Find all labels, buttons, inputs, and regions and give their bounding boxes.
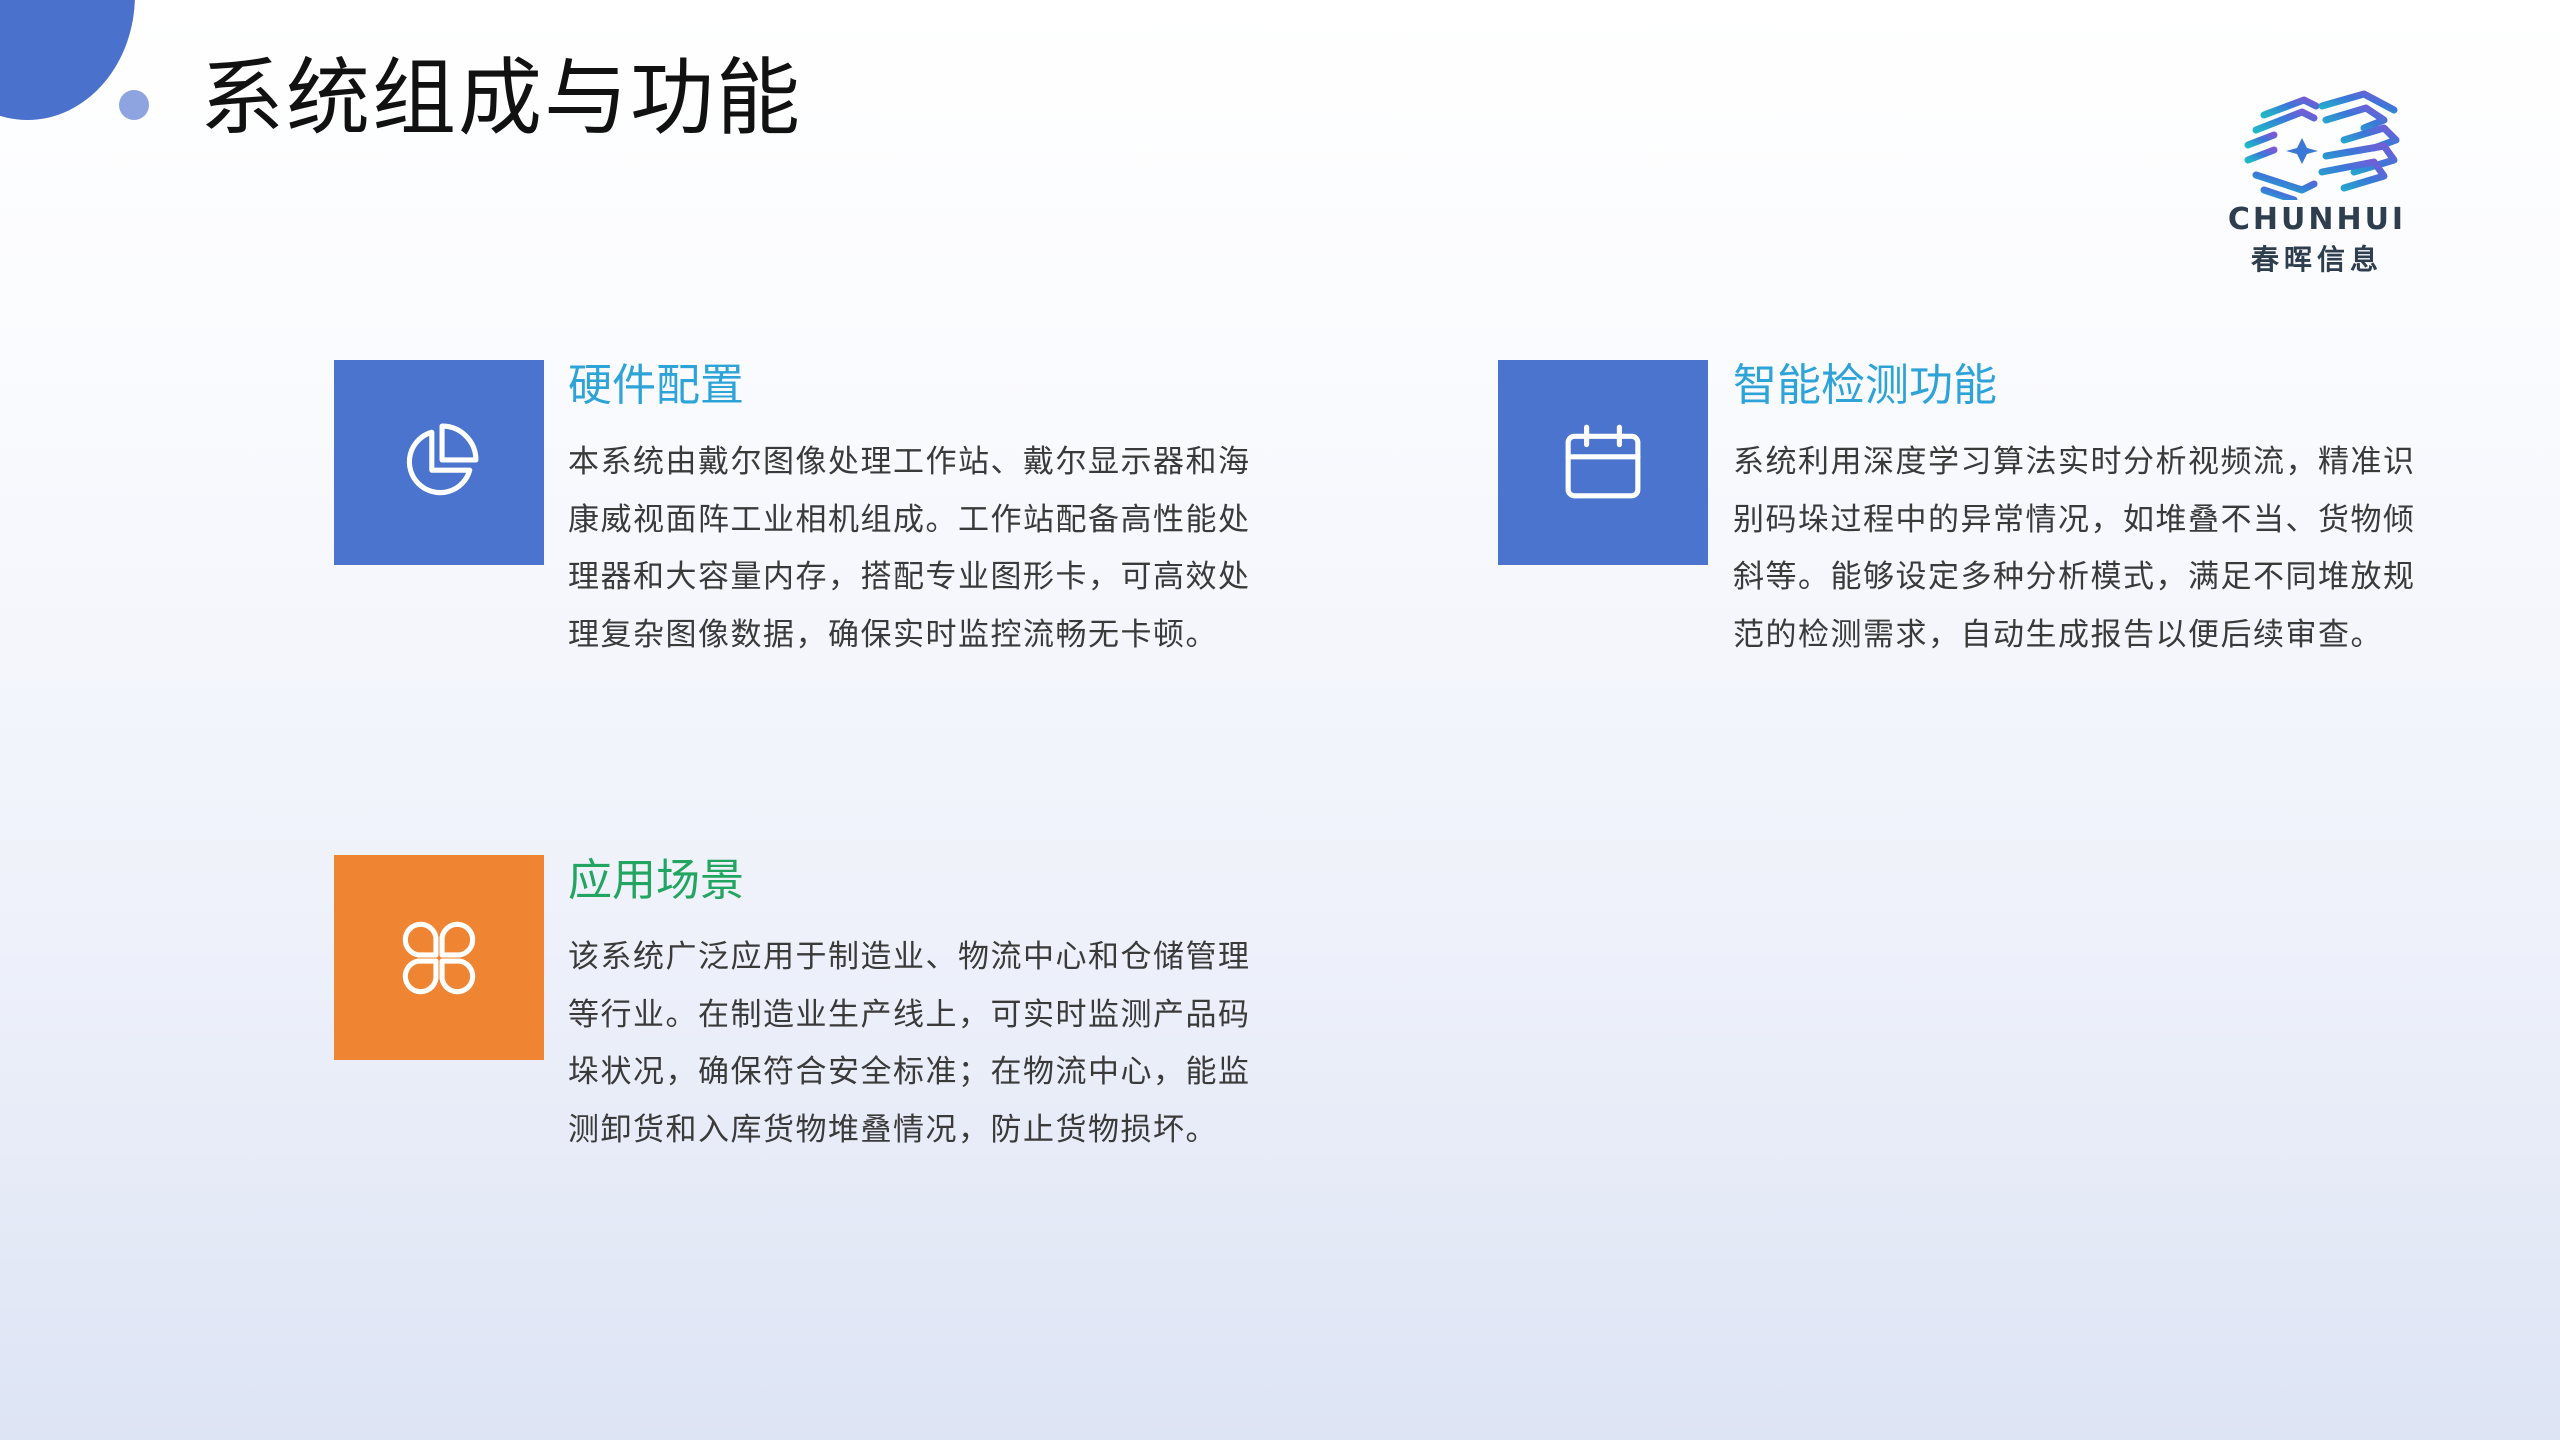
application-scenario-icon-tile (334, 855, 544, 1060)
detection-feature-icon-tile (1498, 360, 1708, 565)
slide: 系统组成与功能 CHUNHUI 春晖信息 硬件配置 本系统由戴尔图像处理工作站、… (0, 0, 2560, 1440)
calendar-icon (1565, 424, 1641, 498)
hardware-config-title: 硬件配置 (568, 360, 744, 411)
four-petal-grid-icon (402, 921, 476, 994)
pie-chart-icon (406, 423, 479, 495)
hardware-config-icon-tile (334, 360, 544, 565)
company-logo: CHUNHUI 春晖信息 (2212, 90, 2422, 280)
logo-english-name: CHUNHUI (2227, 202, 2407, 237)
detection-feature-title: 智能检测功能 (1733, 360, 1997, 411)
detection-feature-description: 系统利用深度学习算法实时分析视频流，精准识别码垛过程中的异常情况，如堆叠不当、货… (1733, 444, 2416, 653)
application-scenario-description: 该系统广泛应用于制造业、物流中心和仓储管理等行业。在制造业生产线上，可实时监测产… (568, 939, 1251, 1148)
logo-mark-icon (2244, 90, 2400, 200)
hardware-config-description: 本系统由戴尔图像处理工作站、戴尔显示器和海康威视面阵工业相机组成。工作站配备高性… (568, 444, 1251, 653)
logo-chinese-name: 春晖信息 (2250, 243, 2383, 276)
decorative-dot (119, 90, 149, 120)
page-title: 系统组成与功能 (200, 49, 803, 147)
decorative-circle (0, 0, 135, 120)
application-scenario-title: 应用场景 (568, 855, 744, 906)
